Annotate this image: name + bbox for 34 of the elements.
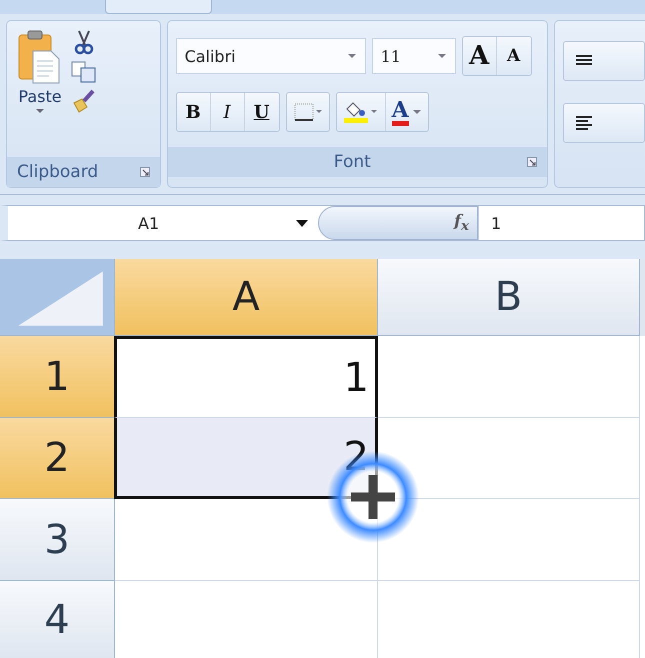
shrink-font-button[interactable]: A [496,37,531,75]
caret-icon [35,108,45,114]
caret-icon [412,109,422,115]
align-icon [575,115,593,131]
row-header[interactable]: 1 [0,336,115,418]
row-header[interactable]: 4 [0,581,115,658]
name-box[interactable]: A1 [8,214,318,232]
copy-icon[interactable] [71,61,97,83]
italic-button[interactable]: I [210,93,245,131]
paste-button[interactable]: Paste [17,29,63,157]
font-name-field[interactable]: Calibri [176,38,366,74]
dialog-launcher-icon[interactable] [527,157,537,167]
dialog-launcher-icon[interactable] [140,167,150,177]
align-icon [575,54,593,68]
insert-function-button[interactable]: f$_{x}$ [318,206,478,240]
brush-icon[interactable] [71,89,97,113]
caret-icon [346,53,357,59]
cell-value: 1 [344,355,369,401]
formula-field[interactable]: 1 [478,206,644,240]
border-icon [292,102,323,122]
caret-icon [296,220,308,226]
underline-button[interactable]: U [244,93,279,131]
column-header[interactable]: B [378,259,640,336]
scissors-icon[interactable] [73,29,95,55]
column-header[interactable]: A [115,259,378,336]
font-size-field[interactable]: 11 [372,38,456,74]
row-header[interactable]: 3 [0,499,115,581]
group-label: Font [332,152,372,172]
bold-button[interactable]: B [176,93,211,131]
grow-font-button[interactable]: A [462,37,497,75]
caret-icon [436,53,447,59]
fill-color-icon [342,101,379,123]
group-label: Clipboard [17,162,98,182]
row-header[interactable]: 2 [0,418,115,499]
